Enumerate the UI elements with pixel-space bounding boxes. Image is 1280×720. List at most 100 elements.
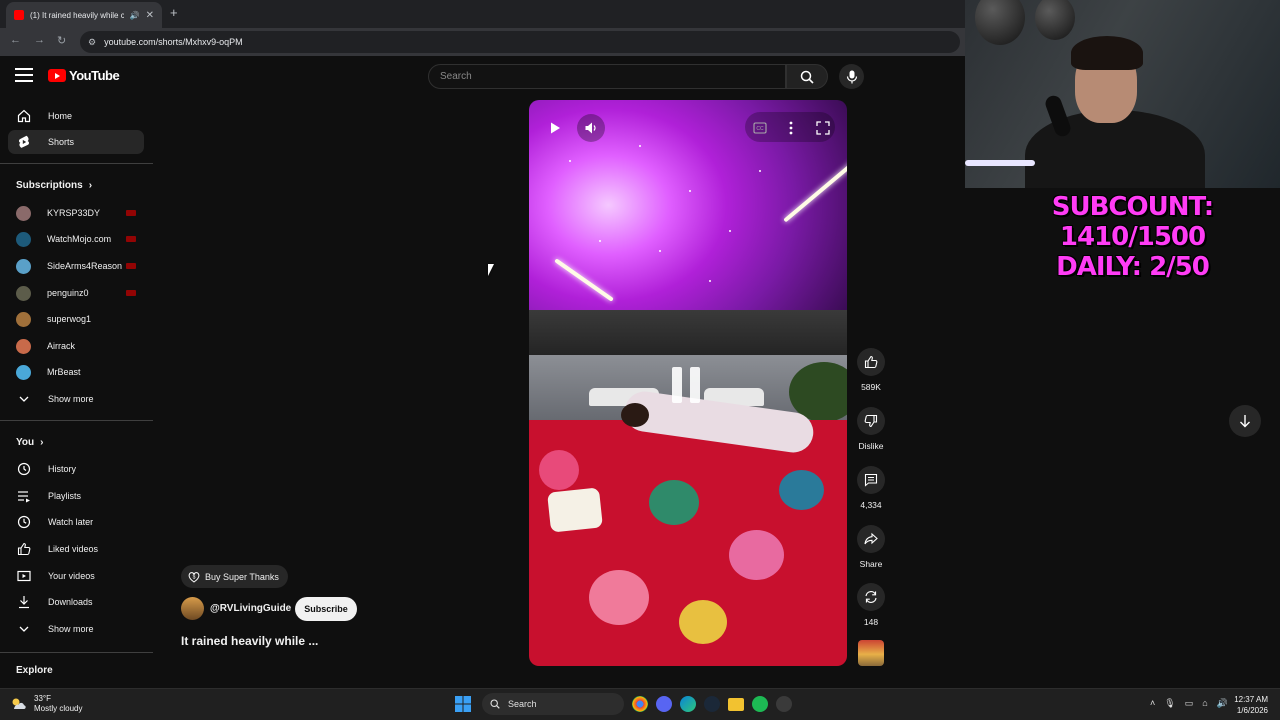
share-label: Share bbox=[859, 559, 883, 569]
back-icon[interactable]: ← bbox=[10, 34, 21, 46]
keyboard-light bbox=[965, 160, 1035, 166]
pillow bbox=[547, 487, 603, 533]
fullscreen-button[interactable] bbox=[809, 114, 837, 142]
chevron-right-icon: › bbox=[88, 180, 93, 191]
search-box bbox=[428, 64, 786, 89]
app-icon[interactable] bbox=[776, 696, 792, 712]
microphone-icon bbox=[846, 70, 857, 83]
sidebar-divider bbox=[0, 420, 153, 421]
sidebar-item-downloads[interactable]: Downloads bbox=[8, 590, 144, 614]
guide-menu-button[interactable] bbox=[15, 68, 33, 84]
taskbar-clock[interactable]: 12:37 AM 1/6/2026 bbox=[1226, 694, 1268, 716]
svg-text:CC: CC bbox=[756, 126, 764, 132]
dislike-label: Dislike bbox=[858, 441, 884, 451]
more-options-button[interactable] bbox=[777, 114, 805, 142]
pause-indicator-icon bbox=[672, 367, 704, 403]
avatar bbox=[16, 364, 31, 380]
svg-text:$: $ bbox=[193, 574, 196, 580]
taskbar-search[interactable]: Search bbox=[482, 693, 624, 715]
play-button[interactable] bbox=[541, 114, 569, 142]
network-icon[interactable]: ⌂ bbox=[1202, 698, 1207, 709]
logo-text: YouTube bbox=[69, 68, 120, 83]
sidebar-item-your-videos[interactable]: Your videos bbox=[8, 564, 144, 588]
section-title: Subscriptions bbox=[16, 180, 83, 191]
avatar bbox=[16, 338, 31, 354]
reload-icon[interactable]: ↻ bbox=[57, 34, 66, 47]
super-thanks-button[interactable]: $ Buy Super Thanks bbox=[181, 565, 288, 588]
comments-action: 4,334 bbox=[855, 466, 887, 510]
subscribe-button[interactable]: Subscribe bbox=[295, 597, 357, 621]
voice-search-button[interactable] bbox=[839, 64, 864, 89]
star-light bbox=[659, 250, 661, 252]
sidebar-item-subscription[interactable]: superwog1 bbox=[8, 307, 144, 331]
chevron-up-icon[interactable]: ˄ bbox=[1150, 698, 1155, 709]
remix-button[interactable] bbox=[857, 583, 885, 611]
avatar bbox=[16, 285, 31, 301]
comments-button[interactable] bbox=[857, 466, 885, 494]
share-button[interactable] bbox=[857, 525, 885, 553]
show-more-subscriptions-button[interactable]: Show more bbox=[8, 387, 144, 411]
spotify-icon[interactable] bbox=[752, 696, 768, 712]
sidebar-item-subscription[interactable]: KYRSP33DY bbox=[8, 201, 144, 225]
next-video-button[interactable] bbox=[1229, 405, 1261, 437]
like-button[interactable] bbox=[857, 348, 885, 376]
weather-widget[interactable]: 33°F Mostly cloudy bbox=[10, 694, 82, 714]
sidebar-item-subscription[interactable]: MrBeast bbox=[8, 360, 144, 384]
display-icon[interactable]: ▭ bbox=[1185, 698, 1194, 709]
sidebar-item-subscription[interactable]: WatchMojo.com bbox=[8, 227, 144, 251]
search-input[interactable] bbox=[440, 71, 785, 82]
subscriptions-header[interactable]: Subscriptions › bbox=[16, 180, 92, 191]
audio-source-thumbnail[interactable] bbox=[858, 640, 884, 666]
remix-action: 148 bbox=[855, 583, 887, 627]
sidebar-item-shorts[interactable]: Shorts bbox=[8, 130, 144, 154]
audio-playing-icon[interactable]: 🔊 bbox=[130, 11, 140, 20]
microphone-icon[interactable]: 🎙 bbox=[1164, 698, 1175, 709]
show-more-you-button[interactable]: Show more bbox=[8, 617, 144, 641]
sidebar-item-label: Playlists bbox=[48, 491, 82, 501]
site-info-icon[interactable]: ⚙ bbox=[88, 37, 96, 48]
browser-tab[interactable]: (1) It rained heavily while ca 🔊 ✕ bbox=[6, 2, 162, 28]
clock-time: 12:37 AM bbox=[1234, 695, 1268, 704]
channel-avatar[interactable] bbox=[181, 597, 204, 620]
sidebar-item-home[interactable]: Home bbox=[8, 104, 144, 128]
chevron-down-icon bbox=[16, 621, 32, 637]
youtube-logo[interactable]: YouTube bbox=[48, 68, 120, 83]
channel-name[interactable]: @RVLivingGuide bbox=[210, 603, 291, 614]
sidebar-item-subscription[interactable]: Airrack bbox=[8, 334, 144, 358]
you-header[interactable]: You › bbox=[16, 437, 44, 448]
volume-icon bbox=[585, 122, 596, 134]
home-icon bbox=[16, 108, 32, 124]
steam-icon[interactable] bbox=[704, 696, 720, 712]
file-explorer-icon[interactable] bbox=[728, 697, 744, 711]
sidebar-item-subscription[interactable]: SideArms4Reason bbox=[8, 254, 144, 278]
like-count: 589K bbox=[861, 382, 881, 392]
captions-button[interactable]: CC bbox=[746, 114, 774, 142]
chrome-icon[interactable] bbox=[632, 696, 648, 712]
sidebar-item-liked-videos[interactable]: Liked videos bbox=[8, 537, 144, 561]
browser-toolbar: ← → ↻ ⚙ youtube.com/shorts/Mxhxv9-oqPM bbox=[0, 28, 965, 56]
sidebar-item-watch-later[interactable]: Watch later bbox=[8, 510, 144, 534]
mute-button[interactable] bbox=[577, 114, 605, 142]
discord-icon[interactable] bbox=[656, 696, 672, 712]
windows-start-button[interactable] bbox=[452, 693, 474, 715]
address-bar[interactable]: ⚙ youtube.com/shorts/Mxhxv9-oqPM bbox=[80, 31, 960, 53]
star-light bbox=[729, 230, 731, 232]
close-tab-icon[interactable]: ✕ bbox=[146, 10, 154, 21]
sidebar-item-playlists[interactable]: Playlists bbox=[8, 484, 144, 508]
section-title: You bbox=[16, 437, 35, 448]
show-more-label: Show more bbox=[48, 624, 94, 634]
dislike-button[interactable] bbox=[857, 407, 885, 435]
blanket-flower bbox=[589, 570, 649, 625]
sidebar-item-history[interactable]: History bbox=[8, 457, 144, 481]
video-title[interactable]: It rained heavily while ... bbox=[181, 634, 318, 648]
sidebar-item-subscription[interactable]: penguinz0 bbox=[8, 281, 144, 305]
new-tab-button[interactable]: + bbox=[170, 5, 178, 20]
forward-icon[interactable]: → bbox=[34, 34, 45, 46]
edge-icon[interactable] bbox=[680, 696, 696, 712]
search-button[interactable] bbox=[786, 64, 828, 89]
shorts-video-player[interactable]: CC bbox=[529, 100, 847, 666]
star-light bbox=[709, 280, 711, 282]
sidebar-item-label: Your videos bbox=[48, 571, 95, 581]
live-indicator-icon bbox=[126, 290, 136, 296]
download-icon bbox=[16, 594, 32, 610]
